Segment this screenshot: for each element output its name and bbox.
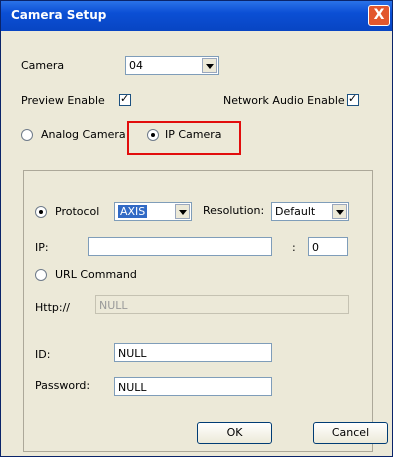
id-field[interactable]: NULL xyxy=(114,343,272,362)
url-command-label: URL Command xyxy=(55,268,137,281)
analog-camera-label: Analog Camera xyxy=(41,128,126,141)
port-separator: : xyxy=(292,241,296,254)
title-bar[interactable]: Camera Setup X xyxy=(1,1,392,31)
password-value: NULL xyxy=(118,381,147,394)
ip-camera-label: IP Camera xyxy=(165,128,222,141)
password-label: Password: xyxy=(35,379,91,392)
camera-label: Camera xyxy=(21,59,65,72)
protocol-select[interactable]: AXIS xyxy=(114,202,192,221)
protocol-radio[interactable] xyxy=(35,206,47,218)
port-value: 0 xyxy=(312,241,319,254)
http-url-field[interactable]: NULL xyxy=(95,295,349,314)
http-url-value: NULL xyxy=(99,299,128,312)
preview-enable-label: Preview Enable xyxy=(21,94,105,107)
camera-setup-dialog: Camera Setup X Camera 04 Preview Enable … xyxy=(0,0,393,457)
analog-camera-radio[interactable] xyxy=(21,129,33,141)
resolution-select[interactable]: Default xyxy=(271,202,349,221)
chevron-down-icon[interactable] xyxy=(175,204,190,219)
check-icon: ✓ xyxy=(120,92,130,105)
protocol-select-value: AXIS xyxy=(118,205,148,218)
ip-label: IP: xyxy=(35,241,49,254)
url-command-radio[interactable] xyxy=(35,269,47,281)
id-value: NULL xyxy=(118,347,147,360)
close-icon: X xyxy=(373,7,385,23)
network-audio-enable-label: Network Audio Enable xyxy=(223,94,345,107)
chevron-down-icon[interactable] xyxy=(202,58,217,73)
resolution-select-value: Default xyxy=(275,205,316,218)
id-label: ID: xyxy=(35,348,51,361)
camera-select-value: 04 xyxy=(129,59,143,72)
preview-enable-checkbox[interactable]: ✓ xyxy=(119,92,131,106)
ok-button[interactable]: OK xyxy=(197,422,272,444)
port-field[interactable]: 0 xyxy=(308,237,348,256)
resolution-label: Resolution: xyxy=(203,204,265,217)
ip-camera-radio[interactable] xyxy=(147,129,159,141)
ip-address-field[interactable] xyxy=(88,237,272,256)
network-audio-enable-checkbox[interactable]: ✓ xyxy=(347,92,359,106)
chevron-down-icon[interactable] xyxy=(332,204,347,219)
http-label: Http:// xyxy=(35,301,70,314)
dialog-title: Camera Setup xyxy=(11,8,107,22)
cancel-button[interactable]: Cancel xyxy=(313,422,388,444)
check-icon: ✓ xyxy=(348,92,358,105)
password-field[interactable]: NULL xyxy=(114,377,272,396)
protocol-label: Protocol xyxy=(55,205,100,218)
close-button[interactable]: X xyxy=(368,5,390,26)
camera-select[interactable]: 04 xyxy=(125,56,219,75)
